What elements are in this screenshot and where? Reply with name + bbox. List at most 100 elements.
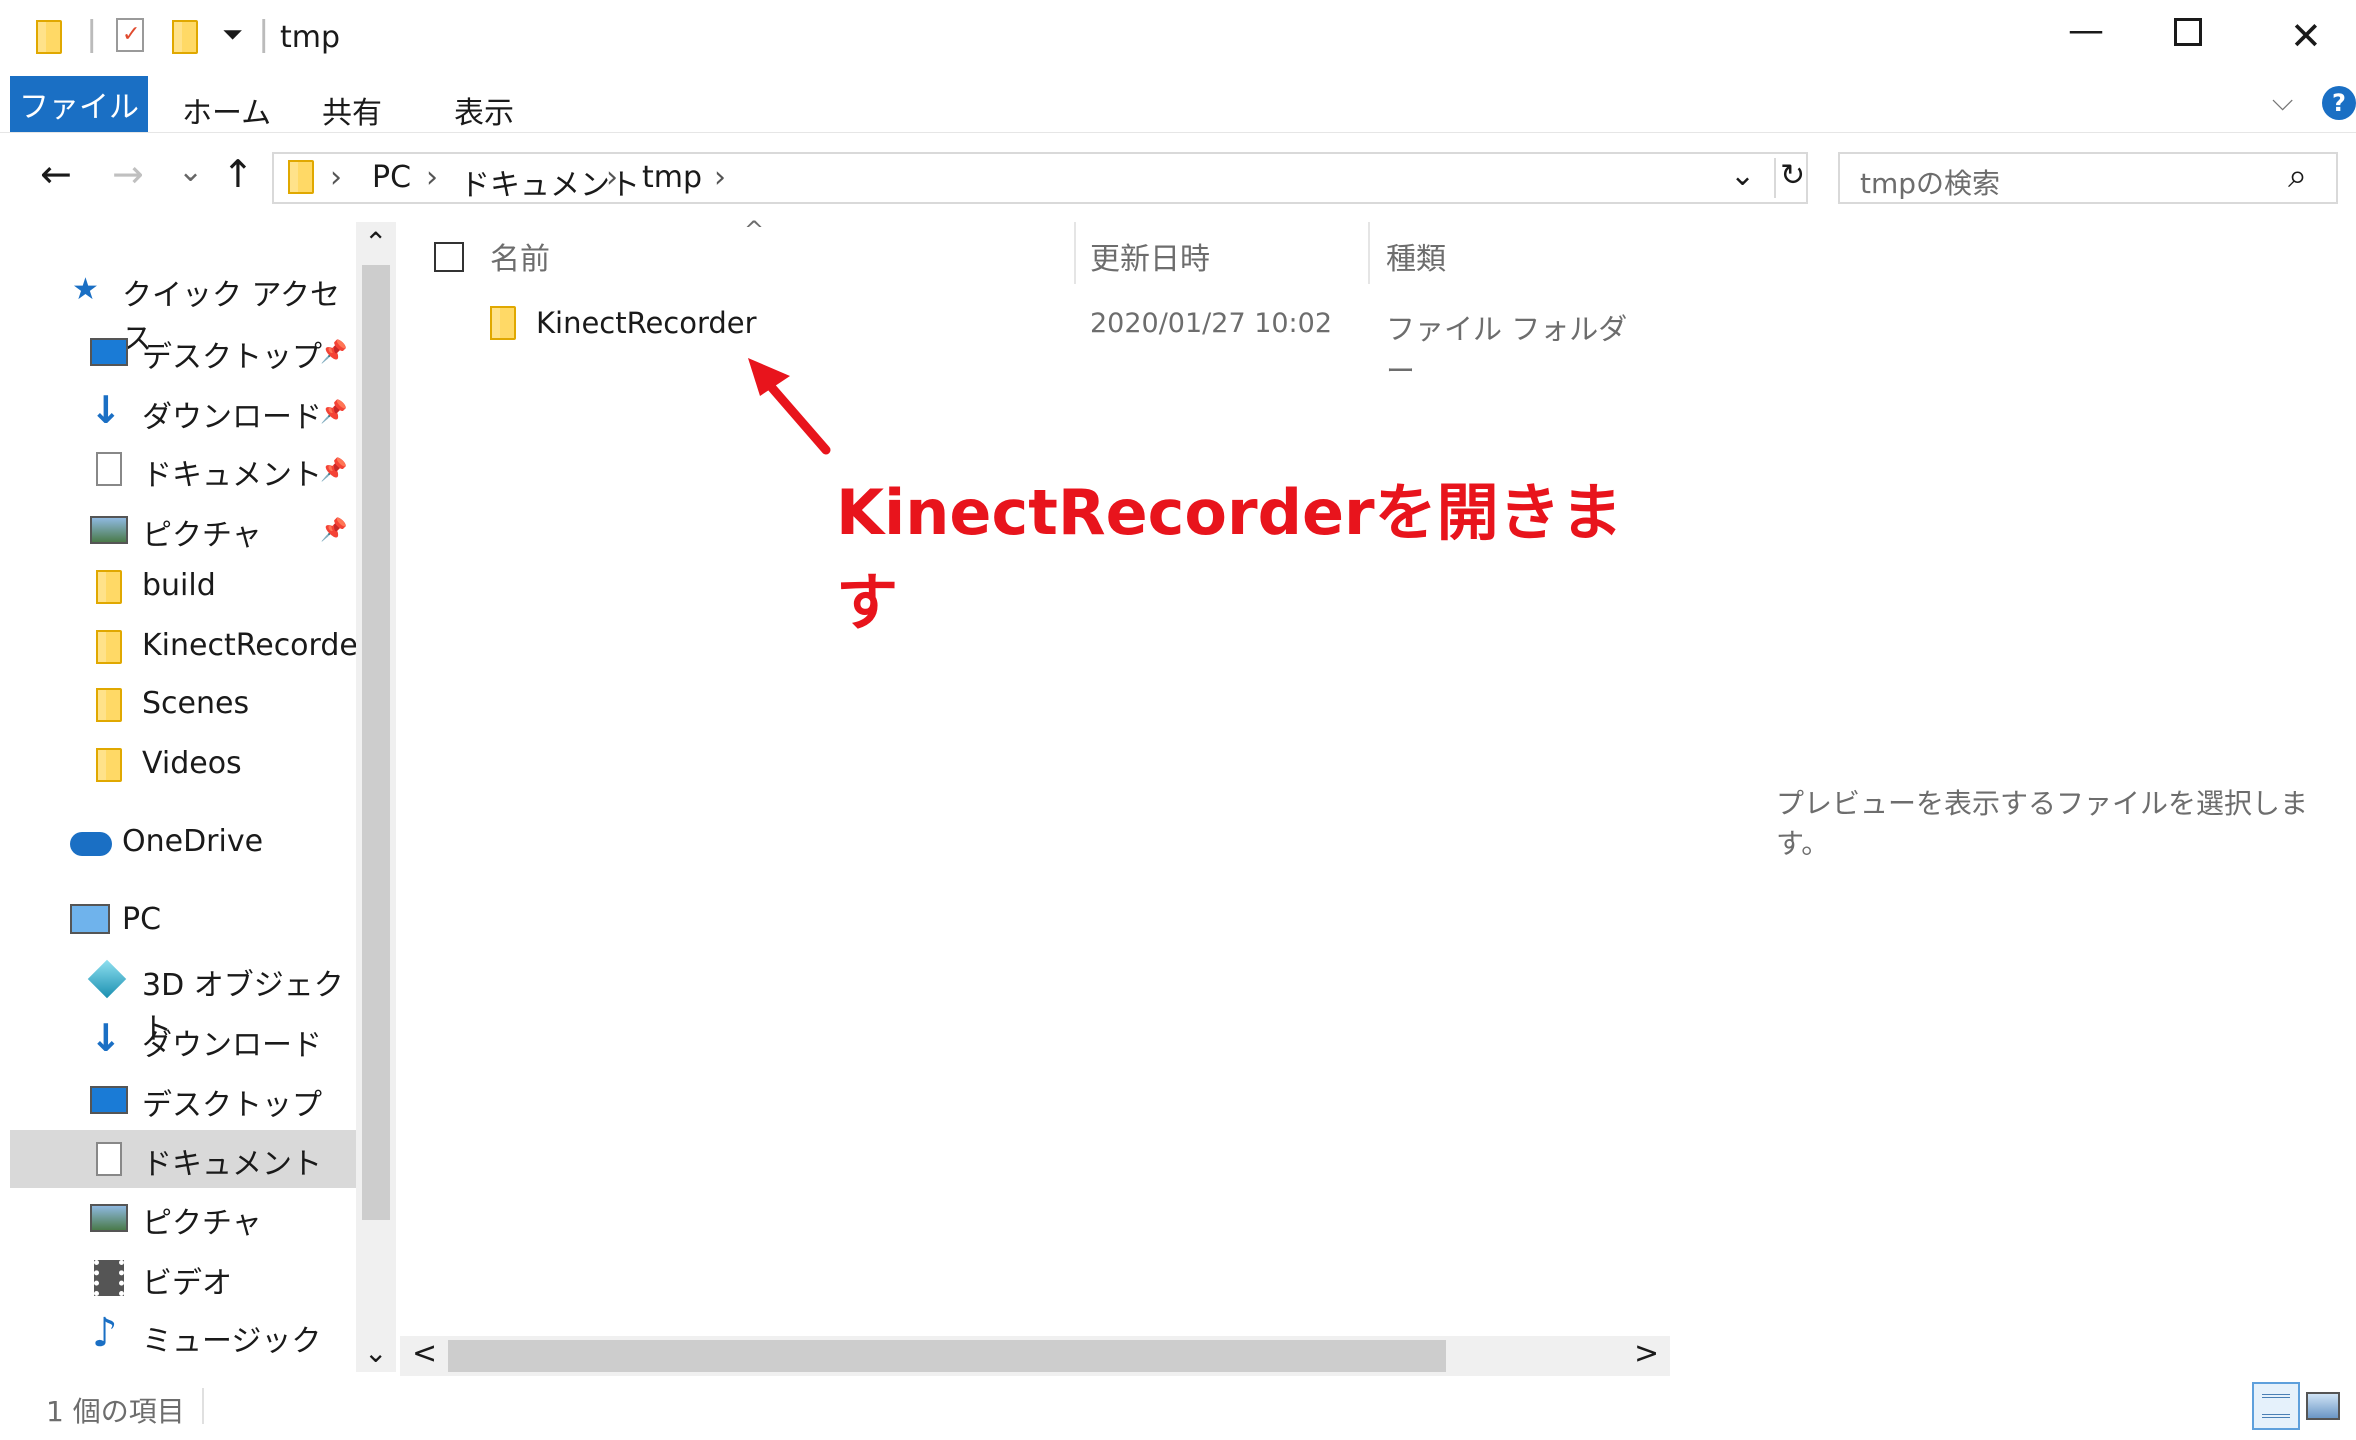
expand-ribbon-icon[interactable]: ⌵ — [2272, 84, 2293, 118]
file-type: ファイル フォルダー — [1386, 312, 1628, 388]
picture-icon — [90, 1204, 128, 1232]
pin-icon[interactable]: 📌 — [320, 518, 347, 543]
breadcrumb-separator: › — [426, 160, 438, 195]
window-title: tmp — [280, 20, 341, 55]
pin-icon[interactable]: 📌 — [320, 400, 347, 425]
nav-item-label: ミュージック — [142, 1324, 322, 1359]
preview-pane: プレビューを表示するファイルを選択します。 — [1672, 222, 2356, 1372]
breadcrumb-separator: › — [714, 160, 726, 195]
nav-item-label: build — [142, 568, 216, 603]
column-header-modified[interactable]: 更新日時 — [1090, 234, 1210, 278]
details-view-button[interactable] — [2252, 1382, 2300, 1430]
nav-item-label: デスクトップ — [142, 1088, 322, 1123]
nav-item-3d-objects[interactable]: 3D オブジェクト — [0, 952, 356, 1047]
nav-item-pictures[interactable]: ピクチャ 📌 — [0, 502, 356, 558]
large-icons-view-button[interactable] — [2306, 1392, 2340, 1420]
folder-icon — [96, 688, 122, 722]
close-button[interactable]: ✕ — [2290, 14, 2322, 58]
document-icon — [96, 1142, 122, 1176]
tab-home[interactable]: ホーム — [182, 88, 271, 132]
file-row[interactable]: KinectRecorder 2020/01/27 10:02 ファイル フォル… — [410, 298, 1650, 388]
column-header-type[interactable]: 種類 — [1386, 234, 1446, 278]
tab-file[interactable]: ファイル — [10, 76, 148, 132]
nav-item-label: ダウンロード — [142, 400, 322, 435]
nav-item-downloads[interactable]: ↓ ダウンロード 📌 — [0, 384, 356, 440]
up-button[interactable]: ↑ — [222, 152, 254, 196]
horizontal-scroll-thumb[interactable] — [448, 1340, 1446, 1372]
folder-icon — [490, 306, 516, 340]
column-divider[interactable] — [1074, 222, 1076, 284]
nav-item-kinectrecorder[interactable]: KinectRecorder — [0, 620, 370, 676]
nav-item-pc-music[interactable]: ♪ ミュージック — [0, 1308, 356, 1364]
nav-scroll-down-button[interactable]: ⌄ — [364, 1336, 387, 1369]
pin-icon[interactable]: 📌 — [320, 340, 347, 365]
customize-quick-access-icon[interactable]: ⏷ — [222, 20, 243, 51]
nav-item-label: ドキュメント — [142, 1147, 322, 1182]
download-icon: ↓ — [90, 1016, 122, 1060]
minimize-button[interactable]: — — [2068, 10, 2104, 51]
pc-icon — [70, 904, 110, 934]
tab-view[interactable]: 表示 — [454, 88, 514, 132]
nav-item-onedrive[interactable]: OneDrive — [0, 816, 356, 872]
folder-icon — [96, 748, 122, 782]
address-dropdown-icon[interactable]: ⌄ — [1730, 158, 1755, 193]
nav-item-pc-downloads[interactable]: ↓ ダウンロード — [0, 1012, 356, 1068]
column-header-name[interactable]: 名前 — [490, 234, 550, 278]
search-box[interactable]: tmpの検索 ⌕ — [1838, 152, 2338, 204]
select-all-checkbox[interactable] — [434, 242, 464, 272]
star-icon: ★ — [72, 272, 99, 307]
nav-item-pc-videos[interactable]: ビデオ — [0, 1250, 356, 1306]
breadcrumb-tmp[interactable]: tmp — [642, 160, 702, 195]
nav-item-videos[interactable]: Videos — [0, 738, 356, 794]
nav-item-label: ドキュメント — [142, 458, 322, 493]
desktop-icon — [90, 1086, 128, 1114]
navigation-pane: ★ クイック アクセス デスクトップ 📌 ↓ ダウンロード 📌 ドキュメント 📌… — [0, 222, 370, 1372]
nav-item-desktop[interactable]: デスクトップ 📌 — [0, 324, 356, 380]
properties-icon[interactable]: ✓ — [116, 18, 144, 52]
search-icon[interactable]: ⌕ — [2288, 156, 2307, 196]
document-icon — [96, 452, 122, 486]
forward-button[interactable]: → — [112, 152, 144, 196]
file-list: 名前 ^ 更新日時 種類 KinectRecorder 2020/01/27 1… — [400, 216, 1670, 1372]
back-button[interactable]: ← — [40, 152, 72, 196]
nav-scroll-thumb[interactable] — [362, 265, 390, 1220]
nav-item-label: PC — [122, 902, 162, 937]
folder-icon — [36, 20, 62, 54]
nav-scroll-up-button[interactable]: ⌃ — [364, 226, 387, 259]
maximize-button[interactable] — [2174, 18, 2202, 46]
nav-item-pc[interactable]: PC — [0, 894, 356, 950]
nav-item-label: Scenes — [142, 686, 250, 721]
breadcrumb-pc[interactable]: PC — [372, 160, 411, 195]
column-divider[interactable] — [1368, 222, 1370, 284]
picture-icon — [90, 516, 128, 544]
status-bar: 1 個の項目 — [0, 1378, 2356, 1440]
nav-item-build[interactable]: build — [0, 560, 356, 616]
nav-item-label: ダウンロード — [142, 1028, 322, 1063]
nav-item-label: KinectRecorder — [142, 628, 371, 663]
tab-share[interactable]: 共有 — [322, 88, 382, 132]
nav-item-scenes[interactable]: Scenes — [0, 678, 356, 734]
search-input[interactable]: tmpの検索 — [1860, 162, 2000, 202]
scroll-right-button[interactable]: > — [1634, 1336, 1659, 1371]
nav-item-label: デスクトップ — [142, 340, 322, 375]
nav-item-pc-documents[interactable]: ドキュメント — [10, 1130, 356, 1188]
annotation-text: KinectRecorderを開きます — [836, 476, 1623, 639]
recent-locations-button[interactable]: ⌄ — [178, 154, 203, 189]
help-icon[interactable]: ? — [2322, 86, 2356, 120]
nav-item-pc-desktop[interactable]: デスクトップ — [0, 1072, 356, 1128]
new-folder-icon[interactable] — [172, 20, 198, 54]
folder-icon — [96, 570, 122, 604]
nav-item-label: ピクチャ — [142, 1206, 262, 1241]
music-icon: ♪ — [92, 1310, 118, 1356]
breadcrumb-separator: › — [330, 160, 342, 195]
nav-item-documents[interactable]: ドキュメント 📌 — [0, 442, 356, 498]
sort-ascending-icon: ^ — [744, 216, 765, 244]
pin-icon[interactable]: 📌 — [320, 458, 347, 483]
refresh-button[interactable]: ↻ — [1780, 158, 1805, 193]
preview-message: プレビューを表示するファイルを選択します。 — [1776, 787, 2309, 860]
file-modified: 2020/01/27 10:02 — [1090, 308, 1333, 339]
file-name[interactable]: KinectRecorder — [536, 306, 757, 340]
address-bar[interactable]: › PC › ドキュメント › tmp › ⌄ ↻ — [272, 152, 1808, 204]
scroll-left-button[interactable]: < — [412, 1336, 437, 1371]
nav-item-pc-pictures[interactable]: ピクチャ — [0, 1190, 356, 1246]
